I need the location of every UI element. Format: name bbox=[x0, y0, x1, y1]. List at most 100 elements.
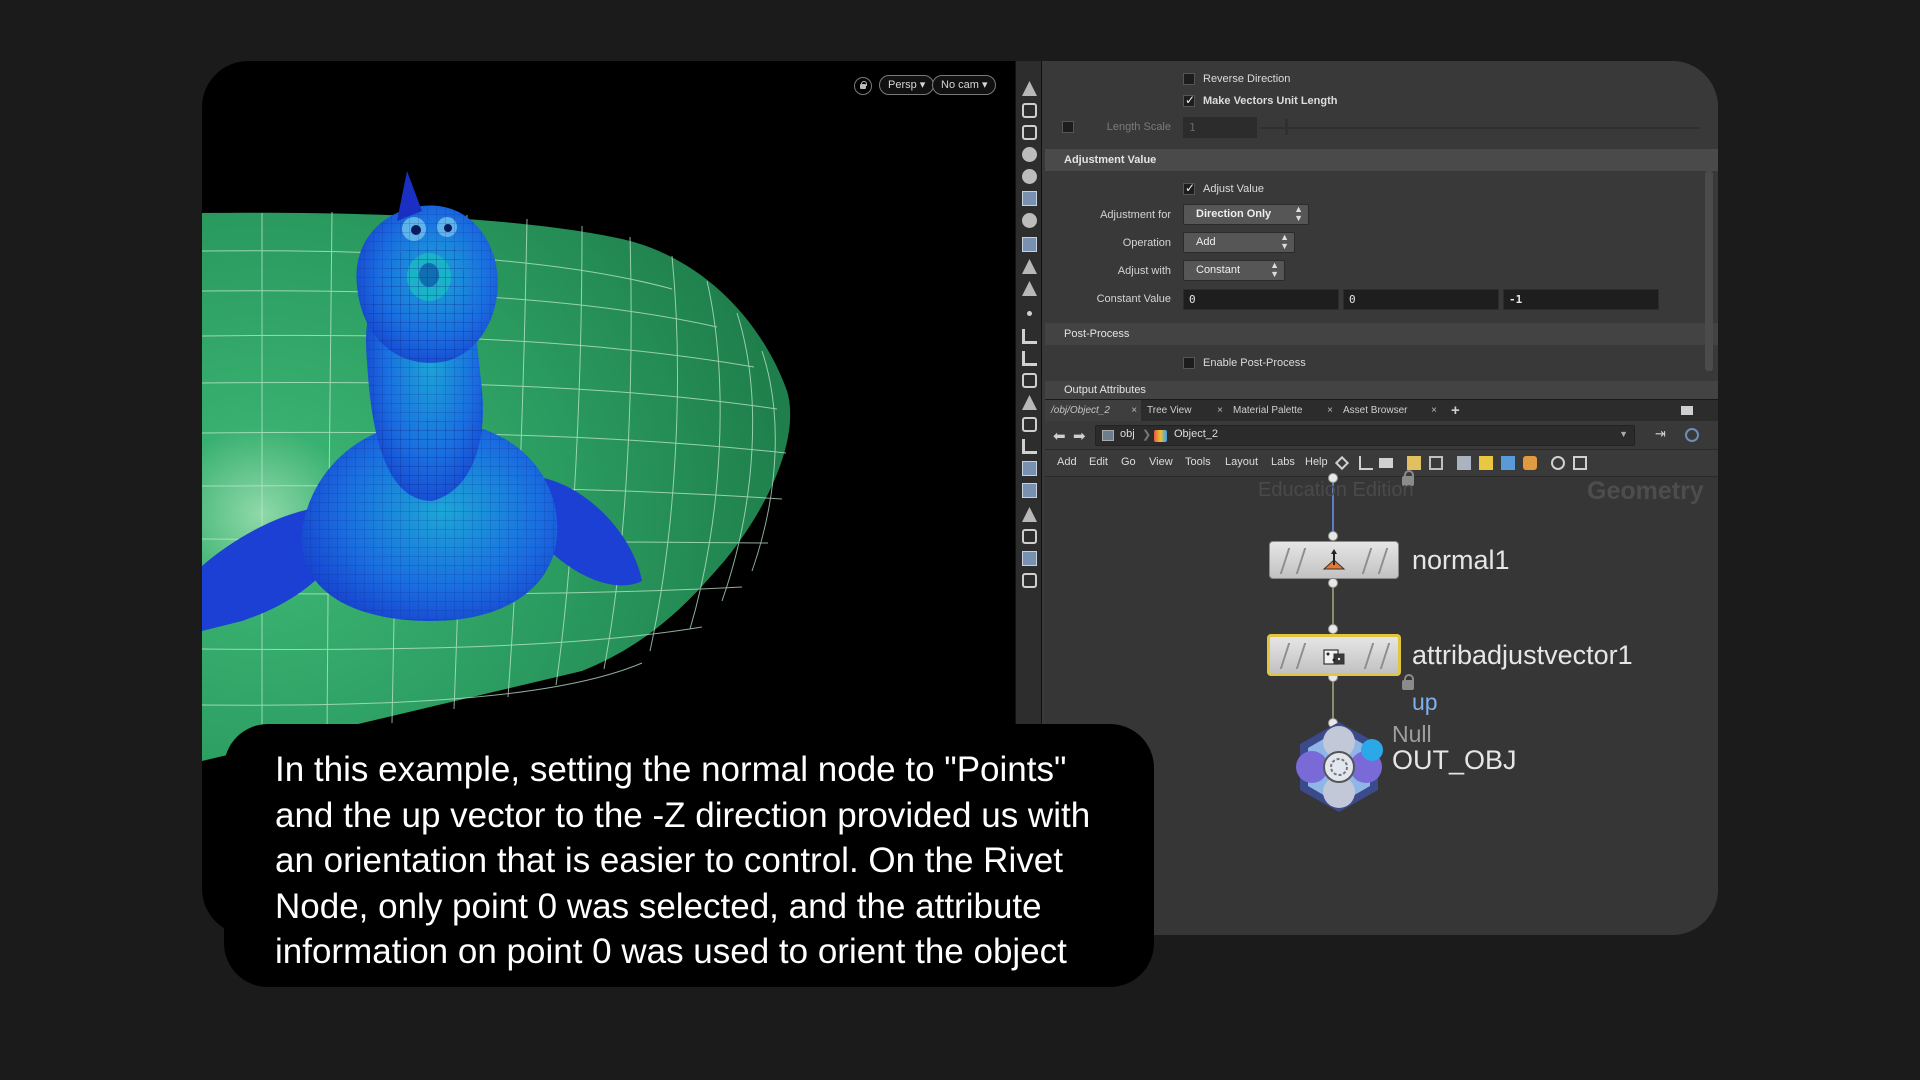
camera-icon[interactable] bbox=[1573, 456, 1587, 470]
null-node-shape[interactable] bbox=[1292, 720, 1386, 814]
shading-icon[interactable] bbox=[1022, 169, 1037, 184]
camera-icon[interactable] bbox=[1022, 237, 1037, 252]
length-scale-field[interactable]: 1 bbox=[1183, 117, 1257, 138]
menu-layout[interactable]: Layout bbox=[1225, 456, 1258, 468]
post-process-section[interactable]: Post-Process bbox=[1045, 323, 1718, 345]
dice-icon bbox=[1323, 649, 1345, 665]
unit-length-label: Make Vectors Unit Length bbox=[1203, 95, 1338, 107]
grid-icon[interactable] bbox=[1407, 456, 1421, 470]
persp-menu-button[interactable]: Persp ▾ bbox=[879, 75, 935, 95]
input-port[interactable] bbox=[1328, 531, 1338, 541]
constant-value-z-field[interactable]: -1 bbox=[1503, 289, 1659, 310]
flag-icon[interactable] bbox=[1457, 456, 1471, 470]
path-segment-object[interactable]: Object_2 bbox=[1174, 428, 1218, 440]
operation-select[interactable]: Add ▲ ▼ bbox=[1183, 232, 1295, 253]
output-attributes-section[interactable]: Output Attributes bbox=[1045, 381, 1718, 399]
back-arrow-icon[interactable]: ⬅ bbox=[1053, 427, 1066, 445]
brush-icon[interactable] bbox=[1022, 259, 1037, 274]
length-scale-slider[interactable] bbox=[1260, 127, 1700, 129]
node-type-null: Null bbox=[1392, 721, 1432, 747]
wrench-icon[interactable] bbox=[1334, 455, 1350, 471]
length-scale-label: Length Scale bbox=[1106, 121, 1171, 133]
menu-edit[interactable]: Edit bbox=[1089, 456, 1108, 468]
close-icon[interactable]: × bbox=[1431, 400, 1437, 422]
viewport-lock-icon[interactable] bbox=[854, 77, 872, 95]
length-scale-slider-handle[interactable] bbox=[1285, 119, 1288, 135]
unit-length-checkbox[interactable] bbox=[1183, 93, 1195, 107]
menu-tools[interactable]: Tools bbox=[1185, 456, 1211, 468]
menu-go[interactable]: Go bbox=[1121, 456, 1136, 468]
reverse-direction-checkbox[interactable] bbox=[1183, 73, 1195, 85]
pane-menu-icon[interactable] bbox=[1681, 406, 1693, 415]
table-icon[interactable] bbox=[1429, 456, 1443, 470]
safe-area-icon[interactable] bbox=[1022, 573, 1037, 588]
adjust-value-checkbox[interactable] bbox=[1183, 181, 1195, 195]
menu-view[interactable]: View bbox=[1149, 456, 1173, 468]
tree-layout-icon[interactable] bbox=[1359, 456, 1373, 470]
constant-value-label: Constant Value bbox=[1096, 293, 1171, 305]
operation-label: Operation bbox=[1122, 237, 1171, 249]
select-arrows-icon: ▲ ▼ bbox=[1270, 260, 1279, 279]
guide-icon[interactable] bbox=[1022, 529, 1037, 544]
params-scrollbar[interactable] bbox=[1705, 171, 1713, 371]
pin-icon[interactable]: ⇥ bbox=[1655, 427, 1666, 442]
tab-material-palette[interactable]: Material Palette × bbox=[1227, 400, 1337, 422]
close-icon[interactable]: × bbox=[1131, 400, 1137, 422]
primitive-numbers-icon[interactable] bbox=[1022, 417, 1037, 432]
constant-value-x-field[interactable]: 0 bbox=[1183, 289, 1339, 310]
normal-display-icon[interactable] bbox=[1022, 329, 1037, 344]
sticky-note-icon[interactable] bbox=[1479, 456, 1493, 470]
point-numbers-icon[interactable] bbox=[1022, 373, 1037, 388]
tab-label: Material Palette bbox=[1233, 405, 1303, 416]
ghost-icon[interactable] bbox=[1022, 147, 1037, 162]
edge-display-icon[interactable] bbox=[1022, 439, 1037, 454]
link-icon[interactable] bbox=[1685, 428, 1699, 442]
wireframe-icon[interactable] bbox=[1022, 461, 1037, 476]
light-icon[interactable] bbox=[1022, 213, 1037, 228]
node-stripe bbox=[1295, 548, 1307, 574]
point-display-icon[interactable] bbox=[1027, 311, 1032, 316]
menu-add[interactable]: Add bbox=[1057, 456, 1077, 468]
enable-post-process-checkbox[interactable] bbox=[1183, 357, 1195, 369]
search-icon[interactable] bbox=[1551, 456, 1565, 470]
network-box-icon[interactable] bbox=[1523, 456, 1537, 470]
display-options-icon[interactable] bbox=[1022, 81, 1037, 96]
primitive-display-icon[interactable] bbox=[1022, 395, 1037, 410]
tab-asset-browser[interactable]: Asset Browser × bbox=[1337, 400, 1441, 422]
tab-obj-object2[interactable]: /obj/Object_2 × bbox=[1045, 400, 1141, 422]
path-segment-obj[interactable]: obj bbox=[1120, 428, 1135, 440]
menu-labs[interactable]: Labs bbox=[1271, 456, 1295, 468]
menu-help[interactable]: Help bbox=[1305, 456, 1328, 468]
background-icon[interactable] bbox=[1022, 507, 1037, 522]
close-icon[interactable]: × bbox=[1217, 400, 1223, 422]
node-attribadjustvector1[interactable] bbox=[1267, 634, 1401, 676]
texture-icon[interactable] bbox=[1022, 483, 1037, 498]
forward-arrow-icon[interactable]: ➡ bbox=[1073, 427, 1086, 445]
input-port[interactable] bbox=[1328, 624, 1338, 634]
node-normal1[interactable] bbox=[1269, 541, 1399, 579]
add-tab-button[interactable]: + bbox=[1445, 400, 1465, 422]
object-icon bbox=[1154, 430, 1167, 442]
adjustment-value-section[interactable]: Adjustment Value bbox=[1045, 149, 1718, 171]
tab-label: Asset Browser bbox=[1343, 405, 1408, 416]
tab-tree-view[interactable]: Tree View × bbox=[1141, 400, 1227, 422]
close-icon[interactable]: × bbox=[1327, 400, 1333, 422]
constant-value-y-field[interactable]: 0 bbox=[1343, 289, 1499, 310]
vector-display-icon[interactable] bbox=[1022, 351, 1037, 366]
chevron-down-icon[interactable]: ▼ bbox=[1619, 429, 1628, 439]
camera-menu-button[interactable]: No cam ▾ bbox=[932, 75, 997, 95]
handles-icon[interactable] bbox=[1022, 551, 1037, 566]
output-port[interactable] bbox=[1328, 578, 1338, 588]
paint-icon[interactable] bbox=[1022, 281, 1037, 296]
length-scale-toggle[interactable] bbox=[1062, 121, 1074, 133]
snapping-icon[interactable] bbox=[1022, 191, 1037, 206]
visibility-icon[interactable] bbox=[1022, 103, 1037, 118]
caption-box: In this example, setting the normal node… bbox=[224, 724, 1154, 987]
lock-icon[interactable] bbox=[1022, 125, 1037, 140]
image-icon[interactable] bbox=[1501, 456, 1515, 470]
adjust-with-select[interactable]: Constant ▲ ▼ bbox=[1183, 260, 1285, 281]
network-path-field[interactable]: obj ❯ Object_2 ▼ bbox=[1095, 425, 1635, 446]
list-icon[interactable] bbox=[1379, 458, 1393, 468]
adjustment-for-select[interactable]: Direction Only ▲ ▼ bbox=[1183, 204, 1309, 225]
adjust-value-label: Adjust Value bbox=[1203, 183, 1264, 195]
